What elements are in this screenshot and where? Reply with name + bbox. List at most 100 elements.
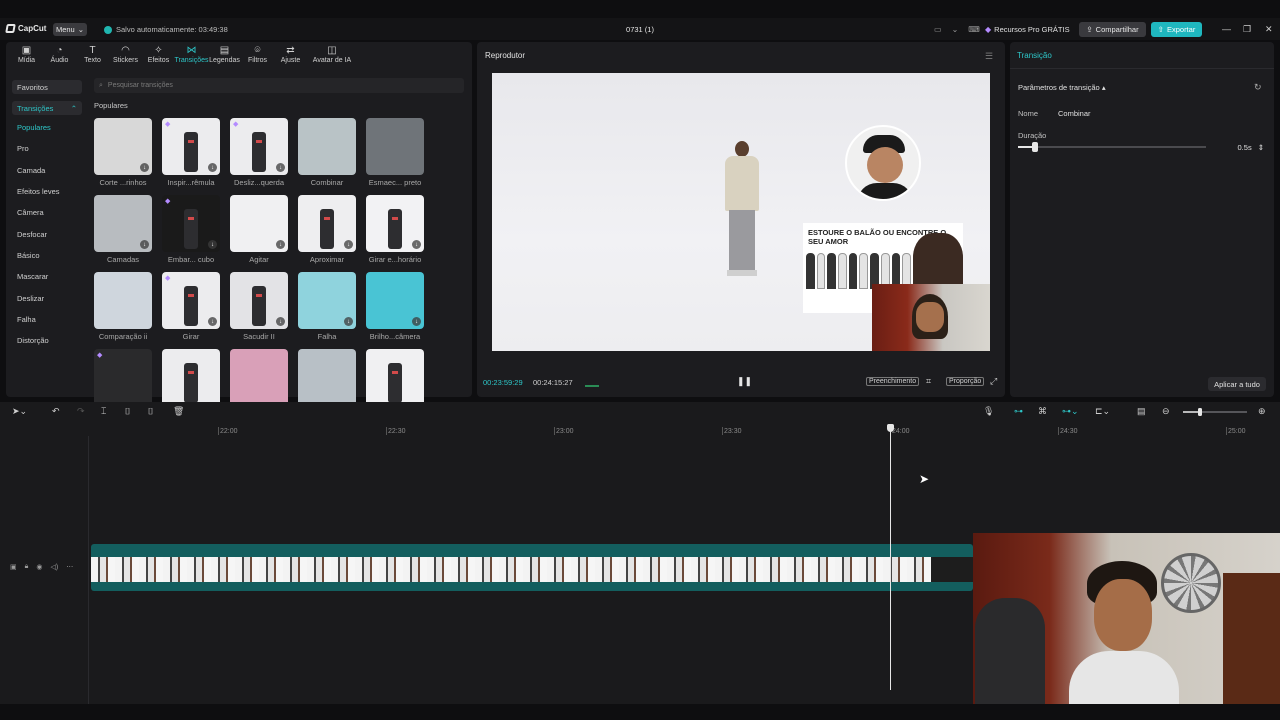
zoom-slider-handle[interactable]	[1198, 408, 1202, 416]
category-item[interactable]: Populares	[12, 117, 82, 138]
layout-icon[interactable]: ▭	[934, 25, 942, 34]
transition-item[interactable]: ↓ Brilho...câmera	[366, 272, 424, 349]
category-transitions[interactable]: Transições ⌃	[12, 101, 82, 115]
ratio-button[interactable]: Proporção	[946, 377, 985, 386]
transition-item[interactable]: ↓ Girar e...horário	[366, 195, 424, 272]
transition-thumbnail[interactable]	[94, 272, 152, 329]
transition-thumbnail[interactable]: ↓	[94, 195, 152, 252]
menu-icon[interactable]: ☰	[985, 51, 993, 62]
download-icon[interactable]: ↓	[412, 317, 421, 326]
fill-button[interactable]: Preenchimento	[866, 377, 920, 386]
share-button[interactable]: ⇪ Compartilhar	[1079, 22, 1146, 37]
transition-item[interactable]: ◆ ↓ Desliz...querda	[230, 118, 288, 195]
transition-thumbnail[interactable]: ↓	[366, 272, 424, 329]
caption-icon[interactable]: ▤	[1137, 406, 1146, 417]
cover-icon[interactable]: ▣	[10, 563, 17, 571]
snap-icon[interactable]: ⌘	[1038, 406, 1047, 417]
transition-item[interactable]: ↓ Camadas	[94, 195, 152, 272]
duration-slider[interactable]	[1018, 146, 1206, 148]
pause-icon[interactable]: ❚❚	[737, 376, 752, 387]
download-icon[interactable]: ↓	[208, 163, 217, 172]
link-clips-icon[interactable]: ⊶	[1014, 406, 1023, 417]
duration-slider-handle[interactable]	[1032, 142, 1038, 152]
transition-item[interactable]: ◆ ↓ Girar	[162, 272, 220, 349]
transition-thumbnail[interactable]: ◆ ↓	[162, 195, 220, 252]
transition-item[interactable]: ↓ Aproximar	[298, 195, 356, 272]
download-icon[interactable]: ↓	[344, 240, 353, 249]
transition-item[interactable]: ◆ ↓ Embar... cubo	[162, 195, 220, 272]
category-item[interactable]: Desfocar	[12, 223, 82, 244]
duration-stepper[interactable]: 0.5s ⇕	[1222, 141, 1266, 153]
transition-thumbnail[interactable]: ◆ ↓	[162, 272, 220, 329]
toolbar-adjust[interactable]: ⇄ Ajuste	[274, 42, 307, 70]
category-item[interactable]: Câmera	[12, 202, 82, 223]
stepper-arrows-icon[interactable]: ⇕	[1258, 143, 1264, 152]
download-icon[interactable]: ↓	[140, 163, 149, 172]
video-clip[interactable]	[91, 544, 973, 591]
toolbar-effects[interactable]: ✧ Efeitos	[142, 42, 175, 70]
toolbar-transitions[interactable]: ⋈ Transições	[175, 42, 209, 70]
restore-icon[interactable]: ❐	[1243, 24, 1251, 35]
transition-item[interactable]: Combinar	[298, 118, 356, 195]
transition-thumbnail[interactable]: ↓	[298, 272, 356, 329]
category-item[interactable]: Camada	[12, 160, 82, 181]
minimize-icon[interactable]: —	[1222, 24, 1231, 34]
transition-item[interactable]: ↓ Corte ...rinhos	[94, 118, 152, 195]
magnet-icon[interactable]: ⊶⌄	[1062, 406, 1079, 417]
download-icon[interactable]: ↓	[208, 317, 217, 326]
transition-thumbnail[interactable]: ↓	[230, 195, 288, 252]
transition-item[interactable]: ↓ Falha	[298, 272, 356, 349]
volume-icon[interactable]: ◁)	[50, 563, 58, 571]
toolbar-captions[interactable]: ▤ Legendas	[208, 42, 241, 70]
category-item[interactable]: Deslizar	[12, 287, 82, 308]
category-item[interactable]: Distorção	[12, 330, 82, 351]
keyboard-icon[interactable]: ⌨	[968, 25, 980, 34]
zoom-out-icon[interactable]: ⊖	[1162, 406, 1170, 417]
category-item[interactable]: Falha	[12, 309, 82, 330]
timeline-ruler[interactable]: 22:00 22:30 23:00 23:30 24:00 24:30 25:00	[90, 422, 1280, 436]
download-icon[interactable]: ↓	[276, 163, 285, 172]
download-icon[interactable]: ↓	[276, 317, 285, 326]
download-icon[interactable]: ↓	[344, 317, 353, 326]
transition-thumbnail[interactable]: ↓	[298, 195, 356, 252]
undo-icon[interactable]: ↶	[52, 406, 60, 417]
crop-icon[interactable]: ⌗	[926, 376, 931, 387]
search-input[interactable]: ⌕ Pesquisar transições	[94, 78, 464, 93]
lock-icon[interactable]: 🔒︎	[25, 563, 29, 571]
transition-thumbnail[interactable]: ◆	[94, 349, 152, 406]
apply-all-button[interactable]: Aplicar a tudo	[1208, 377, 1266, 391]
more-icon[interactable]: ⋯	[66, 563, 73, 571]
toolbar-ai-avatar[interactable]: ◫ Avatar de IA	[307, 42, 357, 70]
transition-thumbnail[interactable]: ◆ ↓	[230, 118, 288, 175]
download-icon[interactable]: ↓	[140, 240, 149, 249]
transition-item[interactable]: Esmaec... preto	[366, 118, 424, 195]
microphone-icon[interactable]: 🎙	[983, 406, 994, 417]
transition-thumbnail[interactable]	[298, 118, 356, 175]
transition-thumbnail[interactable]: ↓	[230, 272, 288, 329]
split-left-icon[interactable]: ⌷	[125, 406, 130, 417]
transition-item[interactable]: Comparação ii	[94, 272, 152, 349]
pro-resources-button[interactable]: ◆ Recursos Pro GRÁTIS	[985, 25, 1070, 34]
transition-item[interactable]: ↓ Sacudir II	[230, 272, 288, 349]
split-icon[interactable]: ⌶	[101, 406, 106, 417]
toolbar-stickers[interactable]: ◠ Stickers	[109, 42, 142, 70]
playhead-handle[interactable]	[887, 424, 894, 432]
redo-icon[interactable]: ↷	[77, 406, 85, 417]
category-item[interactable]: Efeitos leves	[12, 181, 82, 202]
fullscreen-icon[interactable]: ⤢	[990, 376, 997, 387]
category-favorites[interactable]: Favoritos	[12, 80, 82, 94]
transition-thumbnail[interactable]: ↓	[366, 195, 424, 252]
close-icon[interactable]: ✕	[1265, 24, 1273, 35]
toolbar-media[interactable]: ▣ Mídia	[10, 42, 43, 70]
download-icon[interactable]: ↓	[276, 240, 285, 249]
category-item[interactable]: Pro	[12, 138, 82, 159]
export-button[interactable]: ⇧ Exportar	[1151, 22, 1202, 37]
preview-axis-icon[interactable]: ⊏⌄	[1095, 406, 1110, 417]
toolbar-audio[interactable]: ◔ Áudio	[43, 42, 76, 70]
download-icon[interactable]: ↓	[412, 240, 421, 249]
transition-thumbnail[interactable]	[230, 349, 288, 406]
transition-thumbnail[interactable]	[366, 118, 424, 175]
transition-thumbnail[interactable]	[366, 349, 424, 406]
toolbar-text[interactable]: T Texto	[76, 42, 109, 70]
zoom-slider[interactable]	[1183, 407, 1249, 417]
